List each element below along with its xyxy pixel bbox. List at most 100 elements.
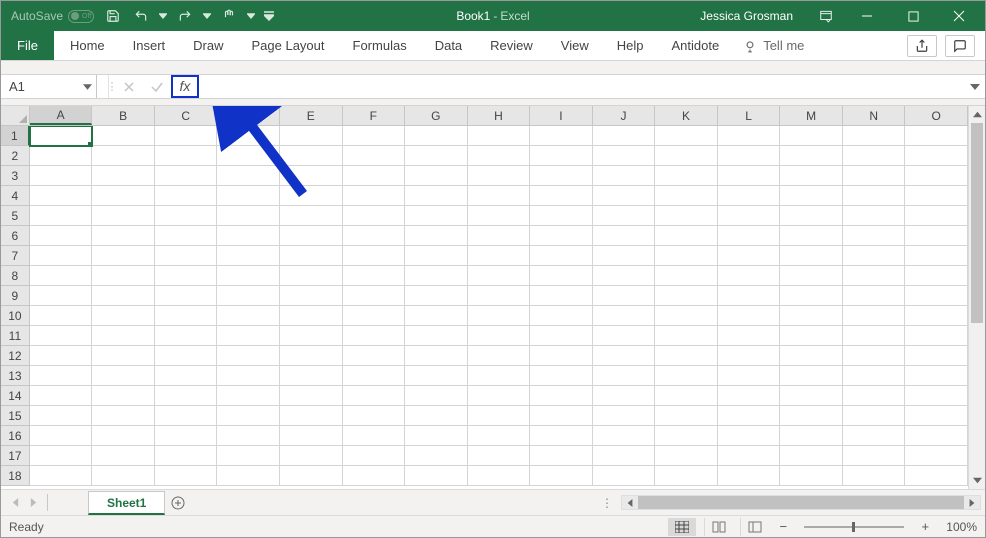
- cell[interactable]: [217, 406, 280, 426]
- cell[interactable]: [905, 386, 968, 406]
- tab-help[interactable]: Help: [603, 31, 658, 60]
- cell[interactable]: [718, 366, 781, 386]
- cell[interactable]: [280, 466, 343, 486]
- row-header[interactable]: 2: [1, 146, 30, 166]
- cell[interactable]: [343, 286, 406, 306]
- cell[interactable]: [780, 286, 843, 306]
- cell[interactable]: [843, 146, 906, 166]
- cell[interactable]: [155, 226, 218, 246]
- cell[interactable]: [593, 406, 656, 426]
- cell[interactable]: [405, 146, 468, 166]
- new-sheet-button[interactable]: [165, 490, 191, 515]
- cell[interactable]: [593, 186, 656, 206]
- column-header[interactable]: L: [718, 106, 781, 125]
- cell[interactable]: [405, 366, 468, 386]
- select-all-corner[interactable]: [1, 106, 30, 125]
- row-header[interactable]: 17: [1, 446, 30, 466]
- cell[interactable]: [780, 446, 843, 466]
- cell[interactable]: [217, 126, 280, 146]
- cell[interactable]: [843, 286, 906, 306]
- cell[interactable]: [468, 386, 531, 406]
- cell[interactable]: [530, 286, 593, 306]
- redo-dropdown-icon[interactable]: [202, 5, 212, 27]
- cell[interactable]: [718, 266, 781, 286]
- comments-button[interactable]: [945, 35, 975, 57]
- cell[interactable]: [718, 126, 781, 146]
- cell[interactable]: [530, 466, 593, 486]
- cell[interactable]: [343, 326, 406, 346]
- cell[interactable]: [280, 246, 343, 266]
- cell[interactable]: [655, 426, 718, 446]
- cell[interactable]: [343, 266, 406, 286]
- cell[interactable]: [92, 286, 155, 306]
- cell[interactable]: [343, 366, 406, 386]
- cell[interactable]: [468, 186, 531, 206]
- sheet-tab-active[interactable]: Sheet1: [88, 491, 165, 515]
- cell[interactable]: [843, 366, 906, 386]
- cell[interactable]: [593, 266, 656, 286]
- cancel-formula-button[interactable]: [115, 75, 143, 98]
- cell[interactable]: [405, 406, 468, 426]
- cell[interactable]: [843, 446, 906, 466]
- column-header[interactable]: N: [843, 106, 906, 125]
- cell[interactable]: [718, 226, 781, 246]
- cell[interactable]: [780, 326, 843, 346]
- cell[interactable]: [843, 466, 906, 486]
- share-button[interactable]: [907, 35, 937, 57]
- view-page-break-button[interactable]: [740, 518, 768, 536]
- cell[interactable]: [92, 446, 155, 466]
- cell[interactable]: [217, 346, 280, 366]
- cell[interactable]: [405, 226, 468, 246]
- cell[interactable]: [155, 306, 218, 326]
- row-header[interactable]: 15: [1, 406, 30, 426]
- cell[interactable]: [343, 466, 406, 486]
- cell[interactable]: [405, 426, 468, 446]
- cell[interactable]: [780, 386, 843, 406]
- cell[interactable]: [655, 266, 718, 286]
- cell[interactable]: [92, 326, 155, 346]
- cell[interactable]: [155, 126, 218, 146]
- cell[interactable]: [843, 206, 906, 226]
- cell[interactable]: [655, 386, 718, 406]
- cell[interactable]: [780, 306, 843, 326]
- zoom-slider[interactable]: [804, 526, 904, 528]
- cell[interactable]: [655, 466, 718, 486]
- zoom-in-button[interactable]: +: [918, 519, 932, 534]
- cell[interactable]: [92, 386, 155, 406]
- cell[interactable]: [780, 246, 843, 266]
- cell[interactable]: [92, 406, 155, 426]
- cell[interactable]: [905, 466, 968, 486]
- cell[interactable]: [217, 366, 280, 386]
- cell[interactable]: [468, 426, 531, 446]
- cell[interactable]: [155, 186, 218, 206]
- cell[interactable]: [405, 286, 468, 306]
- cell[interactable]: [217, 206, 280, 226]
- cell[interactable]: [905, 266, 968, 286]
- cell[interactable]: [655, 406, 718, 426]
- cell[interactable]: [92, 466, 155, 486]
- row-header[interactable]: 10: [1, 306, 30, 326]
- cell[interactable]: [280, 346, 343, 366]
- cell[interactable]: [217, 446, 280, 466]
- tab-review[interactable]: Review: [476, 31, 547, 60]
- cell[interactable]: [468, 366, 531, 386]
- cell[interactable]: [593, 226, 656, 246]
- cell[interactable]: [593, 346, 656, 366]
- cell[interactable]: [718, 426, 781, 446]
- cell[interactable]: [217, 226, 280, 246]
- cell[interactable]: [780, 366, 843, 386]
- cell[interactable]: [905, 126, 968, 146]
- vertical-scrollbar[interactable]: [968, 106, 985, 489]
- tab-antidote[interactable]: Antidote: [658, 31, 734, 60]
- cell[interactable]: [468, 226, 531, 246]
- maximize-button[interactable]: [891, 1, 935, 31]
- row-header[interactable]: 9: [1, 286, 30, 306]
- cell[interactable]: [905, 186, 968, 206]
- cell[interactable]: [92, 246, 155, 266]
- zoom-out-button[interactable]: −: [776, 519, 790, 534]
- cell[interactable]: [843, 246, 906, 266]
- cell[interactable]: [343, 306, 406, 326]
- cell[interactable]: [905, 406, 968, 426]
- cell[interactable]: [593, 366, 656, 386]
- cell[interactable]: [468, 146, 531, 166]
